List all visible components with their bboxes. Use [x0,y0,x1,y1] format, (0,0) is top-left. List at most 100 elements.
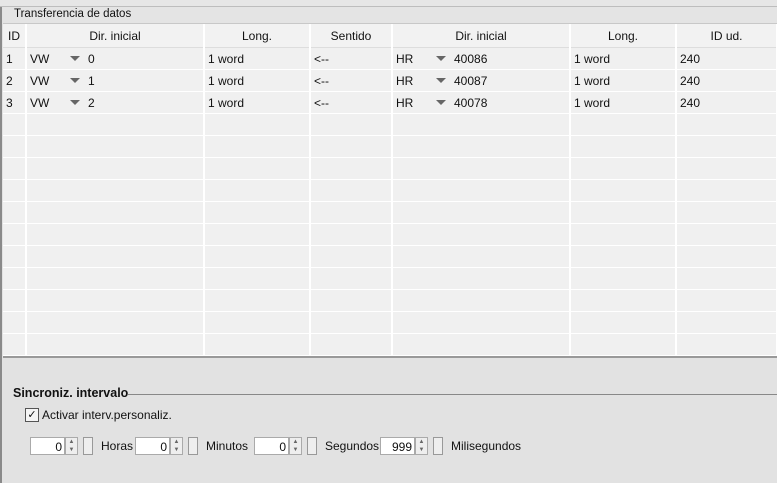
direction[interactable]: <-- [314,74,329,88]
table-cell[interactable] [204,289,311,312]
table-cell[interactable] [26,157,205,180]
unit-id[interactable]: 240 [680,74,700,88]
table-cell[interactable] [392,245,571,268]
table-cell[interactable] [3,157,27,180]
table-cell[interactable] [26,267,205,290]
empty-row[interactable] [3,245,777,268]
dropdown-arrow-icon[interactable] [70,78,80,84]
table-cell[interactable] [392,267,571,290]
table-cell[interactable] [3,245,27,268]
column-header-dst-start[interactable]: Dir. inicial [392,24,571,48]
table-cell[interactable] [310,201,393,224]
dst-length[interactable]: 1 word [574,96,610,110]
src-area[interactable]: VW [30,74,70,88]
table-cell[interactable] [3,267,27,290]
table-cell[interactable]: 240 [676,47,777,70]
empty-row[interactable] [3,201,777,224]
interval-input[interactable]: 0 [254,437,289,455]
dst-area[interactable]: HR [396,96,436,110]
unit-id[interactable]: 240 [680,96,700,110]
column-header-dst-length[interactable]: Long. [570,24,677,48]
table-cell[interactable] [676,223,777,246]
table-cell[interactable] [310,223,393,246]
table-cell[interactable]: <-- [310,69,393,92]
direction[interactable]: <-- [314,96,329,110]
table-cell[interactable] [676,157,777,180]
table-cell[interactable]: VW 0 [26,47,205,70]
column-header-unit-id[interactable]: ID ud. [676,24,777,48]
table-cell[interactable]: 1 word [204,91,311,114]
dropdown-arrow-icon[interactable] [436,78,446,84]
column-header-src-length[interactable]: Long. [204,24,311,48]
table-cell[interactable]: 240 [676,69,777,92]
table-cell[interactable]: VW 1 [26,69,205,92]
table-cell[interactable] [676,135,777,158]
dropdown-arrow-icon[interactable] [436,100,446,106]
spin-arrows-icon[interactable]: ▲ ▼ [170,437,183,455]
table-cell[interactable]: 240 [676,91,777,114]
dst-address[interactable]: 40087 [454,74,487,88]
table-cell[interactable]: HR 40086 [392,47,571,70]
table-cell[interactable]: 1 word [570,91,677,114]
table-cell[interactable] [570,135,677,158]
table-row[interactable]: 1 VW 0 1 word <-- HR 40086 1 word 240 [3,47,777,70]
table-cell[interactable] [570,223,677,246]
src-length[interactable]: 1 word [208,74,244,88]
table-cell[interactable] [3,135,27,158]
table-cell[interactable] [570,289,677,312]
dst-address[interactable]: 40078 [454,96,487,110]
table-cell[interactable] [310,245,393,268]
table-cell[interactable] [392,157,571,180]
table-cell[interactable] [392,289,571,312]
empty-row[interactable] [3,311,777,334]
src-address[interactable]: 0 [88,52,95,66]
dst-length[interactable]: 1 word [574,74,610,88]
custom-interval-checkbox[interactable]: ✓ [25,408,39,422]
table-cell[interactable] [204,245,311,268]
table-cell[interactable] [3,311,27,334]
table-cell[interactable] [3,179,27,202]
slider-handle[interactable] [307,437,317,455]
src-area[interactable]: VW [30,52,70,66]
table-cell[interactable] [26,245,205,268]
table-cell[interactable]: 3 [3,91,27,114]
dropdown-arrow-icon[interactable] [70,100,80,106]
table-cell[interactable] [392,311,571,334]
table-cell[interactable] [570,245,677,268]
table-cell[interactable] [310,135,393,158]
slider-handle[interactable] [433,437,443,455]
spin-arrows-icon[interactable]: ▲ ▼ [415,437,428,455]
table-cell[interactable] [310,267,393,290]
table-cell[interactable] [676,201,777,224]
interval-input[interactable]: 999 [380,437,415,455]
unit-id[interactable]: 240 [680,52,700,66]
table-cell[interactable] [310,157,393,180]
table-cell[interactable] [26,201,205,224]
table-cell[interactable] [676,245,777,268]
dst-area[interactable]: HR [396,52,436,66]
table-cell[interactable] [204,157,311,180]
table-cell[interactable]: <-- [310,47,393,70]
table-cell[interactable] [676,113,777,136]
table-cell[interactable]: 1 word [204,47,311,70]
dropdown-arrow-icon[interactable] [436,56,446,62]
src-area[interactable]: VW [30,96,70,110]
dst-length[interactable]: 1 word [574,52,610,66]
table-cell[interactable] [3,333,27,356]
table-cell[interactable] [26,113,205,136]
table-cell[interactable] [570,113,677,136]
custom-interval-label[interactable]: Activar interv.personaliz. [42,408,172,422]
table-cell[interactable] [310,333,393,356]
table-cell[interactable] [204,311,311,334]
interval-input[interactable]: 0 [135,437,170,455]
table-cell[interactable] [570,333,677,356]
table-cell[interactable] [392,135,571,158]
table-cell[interactable] [3,113,27,136]
table-cell[interactable] [26,179,205,202]
table-cell[interactable] [204,201,311,224]
dropdown-arrow-icon[interactable] [70,56,80,62]
table-cell[interactable] [392,201,571,224]
table-cell[interactable] [3,289,27,312]
spin-arrows-icon[interactable]: ▲ ▼ [289,437,302,455]
table-cell[interactable] [570,311,677,334]
